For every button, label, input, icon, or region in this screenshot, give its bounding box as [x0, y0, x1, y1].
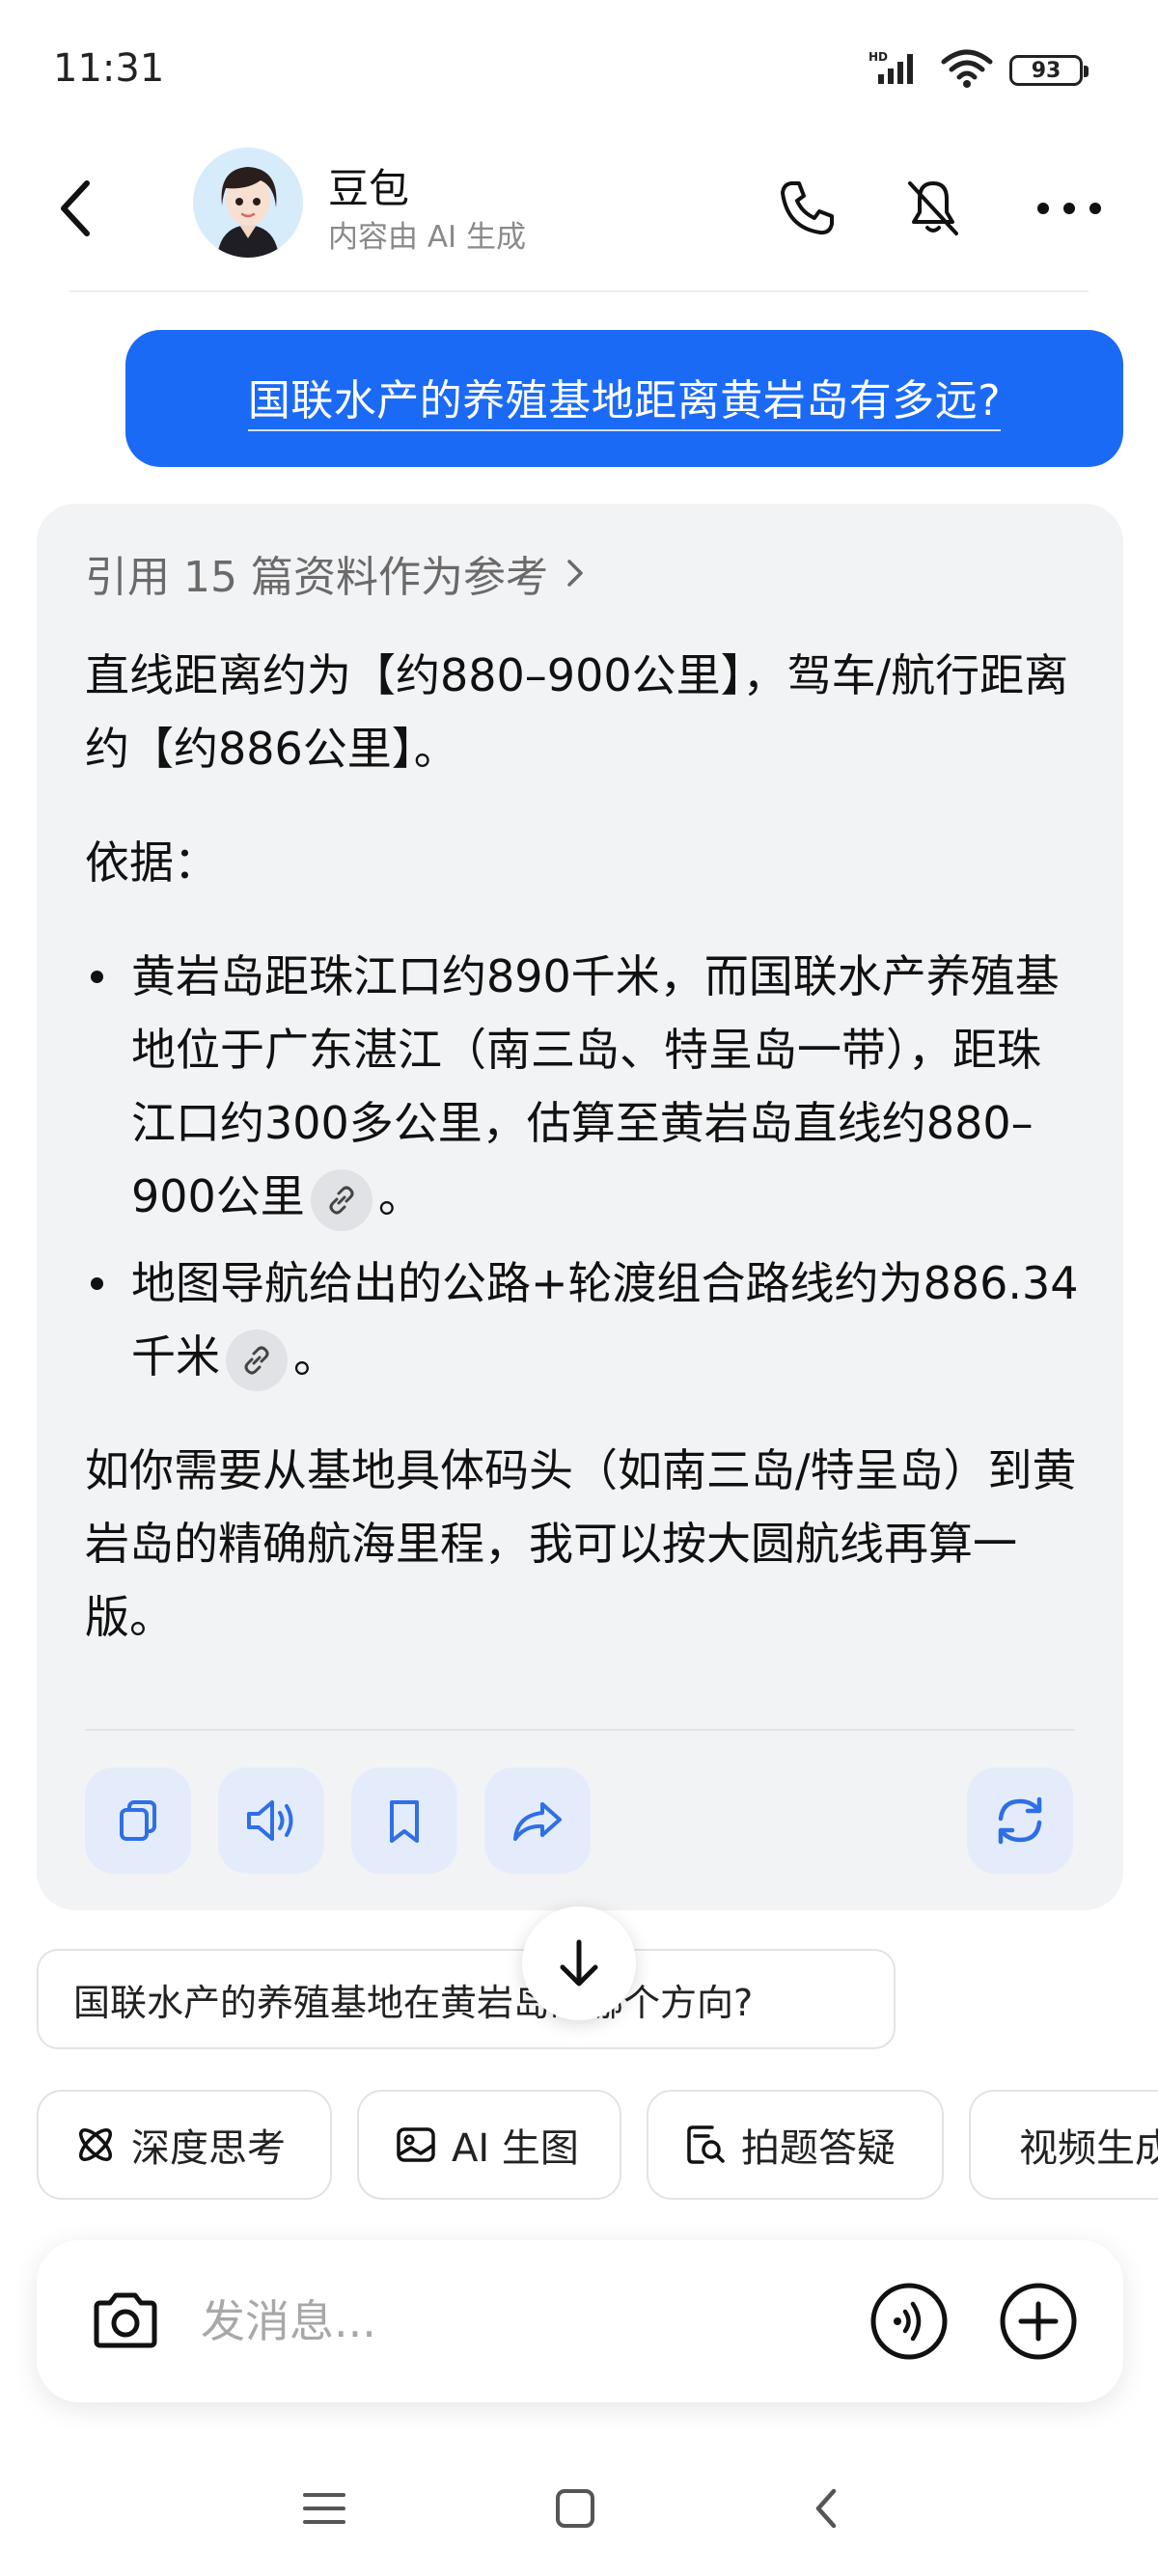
- nav-home-button[interactable]: [537, 2470, 614, 2547]
- status-time: 11:31: [53, 46, 165, 91]
- answer-closing: 如你需要从基地具体码头（如南三岛/特呈岛）到黄岩岛的精确航海里程，我可以按大圆航…: [85, 1444, 1077, 1643]
- suggested-question-text: 国联水产的养殖基地在黄岩岛的哪个方向?: [73, 1981, 754, 2024]
- read-aloud-button[interactable]: [218, 1768, 324, 1874]
- regenerate-button[interactable]: [967, 1768, 1073, 1874]
- call-button[interactable]: [768, 170, 845, 247]
- source-link-button[interactable]: [310, 1168, 372, 1231]
- bookmark-button[interactable]: [351, 1768, 457, 1874]
- scroll-to-bottom-button[interactable]: [522, 1906, 636, 2020]
- camera-icon: [94, 2292, 157, 2348]
- chat-header: 豆包 内容由 AI 生成: [0, 135, 1158, 292]
- add-attachment-button[interactable]: [996, 2279, 1081, 2364]
- list-item: 黄岩岛距珠江口约890千米，而国联水产养殖基地位于广东湛江（南三岛、特呈岛一带）…: [85, 940, 1079, 1233]
- back-button[interactable]: [46, 170, 104, 247]
- more-icon: [1037, 203, 1101, 214]
- wifi-icon: [940, 48, 994, 93]
- share-button[interactable]: [484, 1768, 591, 1874]
- back-arrow-icon: [61, 180, 90, 236]
- camera-button[interactable]: [79, 2275, 172, 2368]
- header-divider: [69, 290, 1089, 292]
- network-label: HD: [868, 50, 888, 64]
- tool-label: AI 生图: [452, 2126, 579, 2171]
- references-label: 引用 15 篇资料作为参考: [85, 553, 548, 602]
- references-link[interactable]: 引用 15 篇资料作为参考: [85, 542, 589, 604]
- tool-label: 拍题答疑: [741, 2126, 896, 2171]
- copy-button[interactable]: [85, 1768, 191, 1874]
- more-button[interactable]: [1031, 170, 1108, 247]
- tool-label: 视频生成: [1019, 2126, 1158, 2171]
- link-icon: [329, 1186, 354, 1214]
- arrow-down-icon: [560, 1939, 598, 1987]
- menu-icon: [303, 2493, 345, 2524]
- battery-icon: 93: [1009, 55, 1089, 86]
- bullet-suffix: 。: [377, 1170, 423, 1222]
- message-input[interactable]: [201, 2279, 857, 2364]
- bot-name: 豆包: [328, 165, 410, 212]
- tool-photo-question[interactable]: 拍题答疑: [647, 2090, 944, 2200]
- user-message-text: 国联水产的养殖基地距离黄岩岛有多远?: [247, 366, 1002, 431]
- voice-wave-icon: [870, 2283, 948, 2360]
- scan-question-icon: [687, 2125, 725, 2164]
- card-divider: [85, 1729, 1075, 1731]
- tool-video[interactable]: 视频生成: [969, 2090, 1158, 2200]
- nav-back-icon: [815, 2488, 837, 2529]
- battery-level: 93: [1031, 58, 1062, 83]
- link-icon: [244, 1346, 269, 1374]
- mute-button[interactable]: [895, 170, 972, 247]
- share-icon: [513, 1802, 562, 1841]
- status-bar: 11:31 HD 93: [0, 0, 1158, 135]
- tool-ai-image[interactable]: AI 生图: [357, 2090, 621, 2200]
- mute-icon: [908, 181, 958, 235]
- nav-back-button[interactable]: [787, 2470, 865, 2547]
- source-link-button[interactable]: [226, 1329, 288, 1391]
- basis-label: 依据：: [85, 836, 218, 889]
- plus-icon: [1000, 2283, 1077, 2360]
- atom-icon: [79, 2128, 112, 2161]
- regenerate-icon: [998, 1796, 1042, 1845]
- suggested-question[interactable]: 国联水产的养殖基地在黄岩岛的哪个方向?: [37, 1949, 896, 2049]
- image-icon: [397, 2127, 435, 2162]
- copy-icon: [120, 1800, 156, 1841]
- answer-intro: 直线距离约为【约880–900公里】，驾车/航行距离约【约886公里】。: [85, 649, 1069, 775]
- avatar[interactable]: [193, 148, 303, 258]
- signal-icon: HD: [868, 49, 924, 92]
- speaker-icon: [247, 1800, 293, 1841]
- message-composer: [37, 2240, 1123, 2402]
- answer-body: 直线距离约为【约880–900公里】，驾车/航行距离约【约886公里】。 依据：…: [85, 639, 1079, 1694]
- basis-list: 黄岩岛距珠江口约890千米，而国联水产养殖基地位于广东湛江（南三岛、特呈岛一带）…: [85, 940, 1079, 1393]
- answer-card: 引用 15 篇资料作为参考 直线距离约为【约880–900公里】，驾车/航行距离…: [37, 504, 1123, 1910]
- bot-subtitle: 内容由 AI 生成: [328, 220, 527, 255]
- tool-label: 深度思考: [131, 2126, 286, 2171]
- bullet-text: 黄岩岛距珠江口约890千米，而国联水产养殖基地位于广东湛江（南三岛、特呈岛一带）…: [131, 950, 1060, 1222]
- chevron-right-icon: [567, 560, 583, 587]
- bullet-suffix: 。: [293, 1330, 338, 1383]
- phone-icon: [781, 181, 834, 235]
- voice-input-button[interactable]: [867, 2279, 951, 2364]
- user-message-bubble[interactable]: 国联水产的养殖基地距离黄岩岛有多远?: [125, 330, 1123, 467]
- status-icons: HD 93: [868, 48, 1089, 93]
- bookmark-icon: [390, 1800, 419, 1843]
- nav-menu-button[interactable]: [286, 2470, 363, 2547]
- tool-deep-thinking[interactable]: 深度思考: [37, 2090, 332, 2200]
- list-item: 地图导航给出的公路+轮渡组合路线约为886.34千米。: [85, 1247, 1079, 1393]
- home-square-icon: [556, 2489, 594, 2528]
